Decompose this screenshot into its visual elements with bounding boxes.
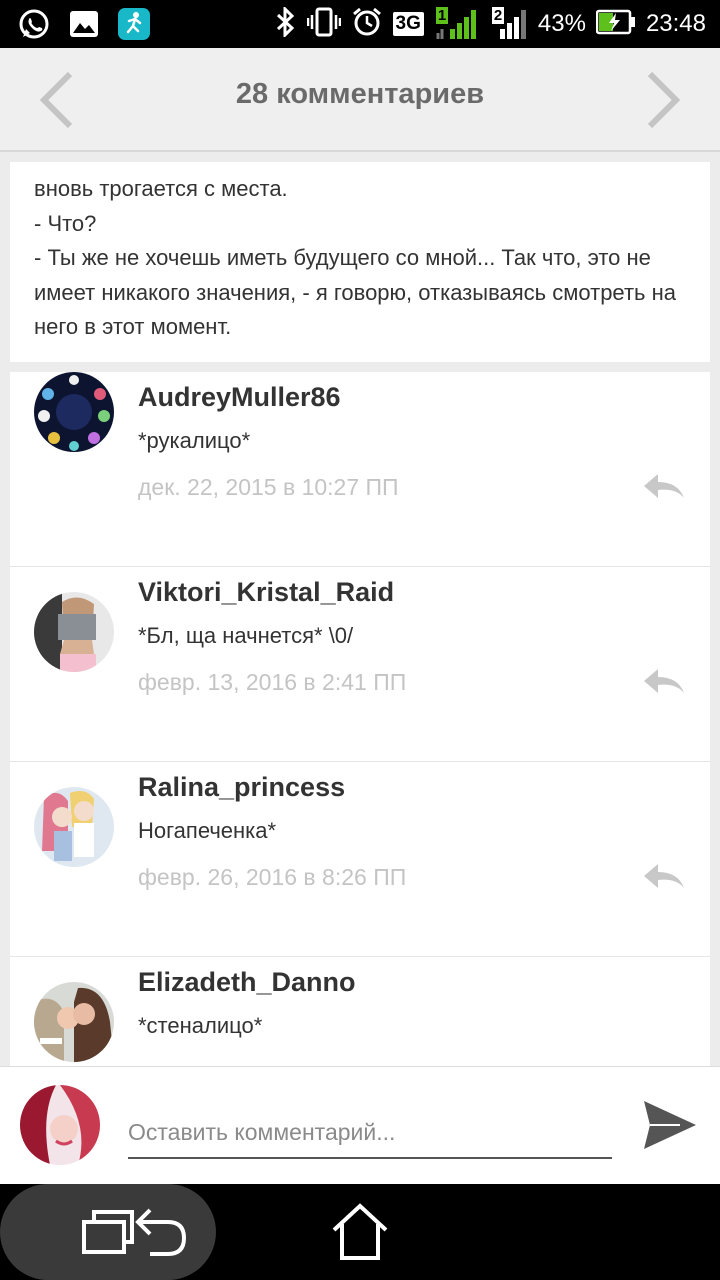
- comment-date: февр. 26, 2016 в 8:26 ПП: [138, 864, 407, 890]
- gallery-icon: [66, 6, 102, 42]
- send-button[interactable]: [640, 1097, 700, 1153]
- avatar[interactable]: [34, 982, 114, 1062]
- clock: 23:48: [645, 10, 706, 37]
- reply-icon[interactable]: [642, 862, 686, 892]
- comment-item: Viktori_Kristal_Raid *Бл, ща начнется* \…: [10, 567, 710, 762]
- comment-text: *Бл, ща начнется* \0/: [138, 623, 354, 648]
- page-title: 28 комментариев: [235, 78, 485, 110]
- signal-icon-2: 2: [490, 7, 528, 41]
- recent-apps-icon: [82, 1210, 134, 1254]
- network-type: 3G: [392, 12, 424, 36]
- send-icon: [644, 1101, 696, 1149]
- comment-text: Ногапеченка*: [138, 818, 277, 843]
- vibrate-icon: [306, 7, 341, 42]
- comment-date: дек. 22, 2015 в 10:27 ПП: [138, 474, 399, 500]
- alarm-icon: [351, 6, 383, 43]
- avatar[interactable]: [34, 372, 114, 452]
- story-line: - Что?: [34, 210, 97, 236]
- sim2-label: 2: [491, 7, 505, 24]
- sim1-label: 1: [435, 7, 449, 24]
- avatar[interactable]: [34, 592, 114, 672]
- reply-icon[interactable]: [642, 667, 686, 697]
- comment-item: Elizadeth_Danno *стеналицо*: [10, 957, 710, 1066]
- system-nav-bar: [0, 1184, 720, 1280]
- comment-list: AudreyMuller86 *рукалицо* дек. 22, 2015 …: [10, 372, 710, 1066]
- comment-author[interactable]: Ralina_princess: [138, 772, 345, 803]
- avatar[interactable]: [34, 787, 114, 867]
- comment-date: февр. 13, 2016 в 2:41 ПП: [138, 669, 407, 695]
- comment-text: *рукалицо*: [138, 428, 251, 453]
- current-user-avatar: [20, 1085, 100, 1165]
- reply-icon[interactable]: [642, 472, 686, 502]
- signal-icon: 1: [434, 7, 480, 41]
- comment-text: *стеналицо*: [138, 1013, 263, 1038]
- comment-input[interactable]: [128, 1107, 612, 1159]
- comment-item: Ralina_princess Ногапеченка* февр. 26, 2…: [10, 762, 710, 957]
- story-line: - Ты же не хочешь иметь будущего со мной…: [34, 245, 676, 339]
- comment-author[interactable]: Elizadeth_Danno: [138, 967, 356, 998]
- status-bar: 3G 1 2 43% 23:48: [0, 0, 720, 48]
- home-icon: [332, 1203, 388, 1260]
- chevron-right-icon: [647, 71, 681, 129]
- bluetooth-icon: [275, 4, 297, 42]
- back-icon: [135, 1208, 187, 1256]
- home-button[interactable]: [330, 1202, 390, 1262]
- whatsapp-icon: [16, 6, 52, 42]
- fitness-app-icon: [116, 6, 152, 42]
- comments-scroll-area[interactable]: вновь трогается с места. - Что? - Ты же …: [0, 152, 720, 1066]
- battery-charging-icon: [595, 9, 636, 40]
- comment-author[interactable]: Viktori_Kristal_Raid: [138, 577, 394, 608]
- story-excerpt: вновь трогается с места. - Что? - Ты же …: [10, 162, 710, 362]
- back-button[interactable]: [130, 1202, 190, 1262]
- battery-percent: 43%: [537, 10, 586, 37]
- story-line: вновь трогается с места.: [34, 176, 288, 201]
- comment-item: AudreyMuller86 *рукалицо* дек. 22, 2015 …: [10, 372, 710, 567]
- app-header: 28 комментариев: [0, 48, 720, 152]
- compose-bar: [0, 1066, 720, 1184]
- comment-author[interactable]: AudreyMuller86: [138, 382, 341, 413]
- next-chapter-button[interactable]: [644, 70, 684, 130]
